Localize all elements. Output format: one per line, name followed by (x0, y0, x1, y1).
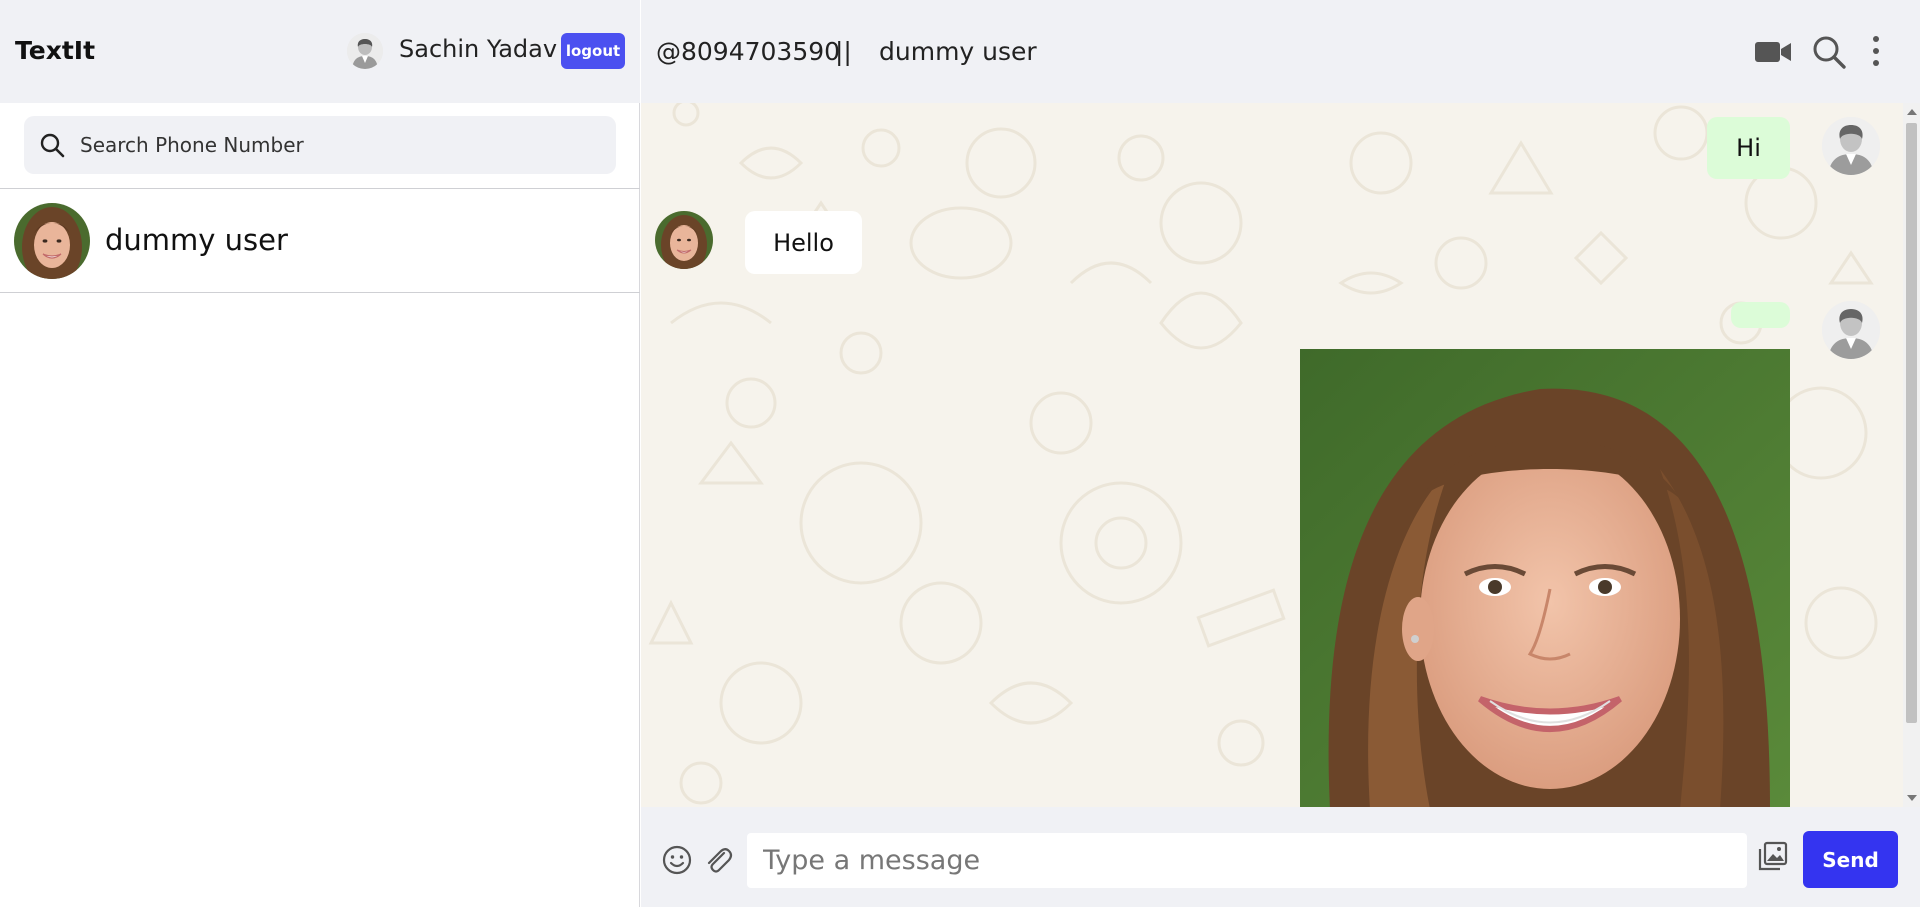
image-upload-icon[interactable] (1757, 840, 1789, 872)
attach-icon[interactable] (702, 844, 734, 876)
app: TextIt Sachin Yadav logout Search Phone … (0, 0, 1920, 907)
brand-title: TextIt (15, 36, 96, 65)
sidebar: TextIt Sachin Yadav logout Search Phone … (0, 0, 640, 907)
scrollbar-thumb[interactable] (1906, 123, 1917, 723)
chat-header: @8094703590 || dummy user (641, 0, 1920, 103)
message-bubble-outgoing (1731, 302, 1790, 328)
sender-avatar (1822, 301, 1880, 359)
search-input[interactable] (80, 116, 600, 174)
video-call-icon[interactable] (1753, 32, 1793, 72)
send-button[interactable]: Send (1803, 831, 1898, 888)
sidebar-header: TextIt Sachin Yadav logout (0, 0, 640, 103)
chat-contact-name: dummy user (879, 37, 1037, 66)
emoji-icon[interactable] (661, 844, 693, 876)
search-box[interactable] (24, 116, 616, 174)
message-bubble-outgoing: Hi (1707, 117, 1790, 179)
chat-phone-number: @8094703590 (656, 37, 841, 66)
more-vertical-icon[interactable] (1866, 32, 1886, 72)
sender-avatar (1822, 117, 1880, 175)
logout-button[interactable]: logout (561, 33, 625, 69)
contact-name: dummy user (105, 223, 288, 257)
message-scrollbar[interactable] (1903, 103, 1920, 807)
message-list[interactable]: Hi Hello (641, 103, 1920, 807)
message-composer: Send (641, 807, 1920, 907)
contact-avatar (14, 203, 90, 279)
scroll-down-arrow-icon[interactable] (1907, 795, 1917, 801)
contact-list-item[interactable]: dummy user (0, 189, 640, 293)
chat-panel: @8094703590 || dummy user Hi Hello Type … (641, 0, 1920, 907)
scroll-up-arrow-icon[interactable] (1907, 109, 1917, 115)
message-bubble-incoming: Hello (745, 211, 862, 274)
message-image[interactable] (1300, 349, 1790, 807)
chat-search-icon[interactable] (1809, 32, 1849, 72)
chat-header-separator: || (835, 37, 852, 66)
contact-message-avatar (655, 211, 713, 269)
current-user-avatar (347, 33, 383, 69)
search-icon (40, 133, 65, 158)
current-user-name: Sachin Yadav (399, 35, 558, 63)
message-input[interactable] (747, 833, 1747, 888)
